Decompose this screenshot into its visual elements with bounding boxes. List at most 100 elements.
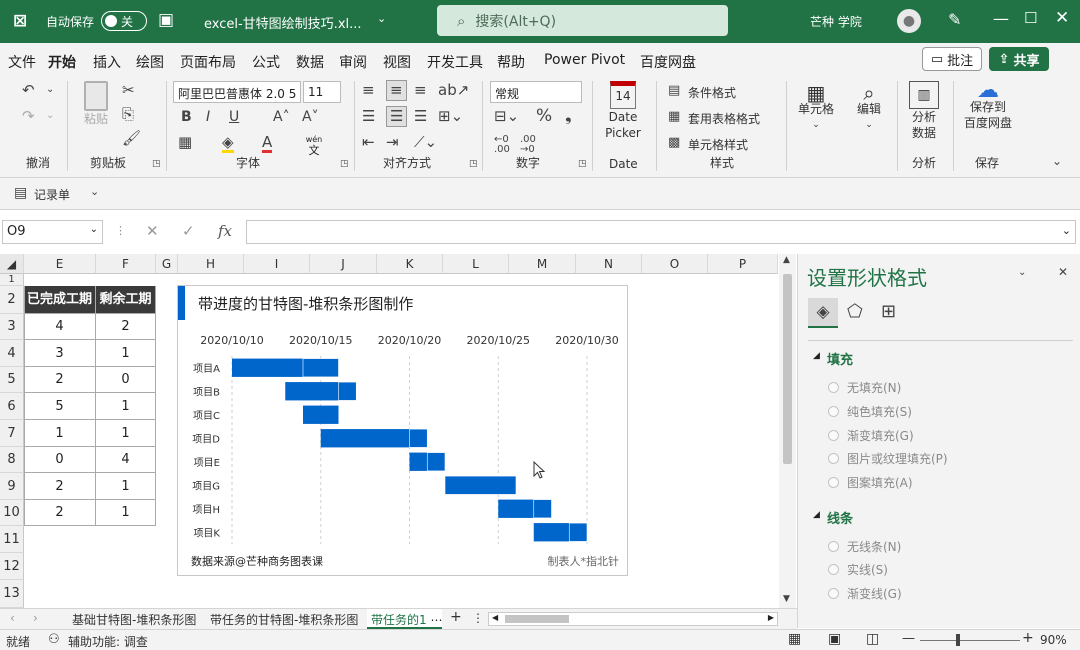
table-cell[interactable]: 1	[96, 420, 156, 447]
fill-option-picture[interactable]: 图片或纹理填充(P)	[828, 450, 948, 467]
zoom-slider-thumb[interactable]	[956, 634, 960, 646]
grow-font-icon[interactable]: A˄	[273, 110, 290, 124]
sheet-tab-active[interactable]: 带任务的1 ⋯	[367, 609, 442, 629]
cell-style-button[interactable]: 单元格样式	[688, 136, 748, 153]
paste-button[interactable]: 粘贴	[76, 81, 116, 127]
accessibility-icon[interactable]: ⚇	[48, 632, 60, 647]
column-header-i[interactable]: I	[244, 254, 310, 274]
column-header-o[interactable]: O	[642, 254, 708, 274]
align-center-icon[interactable]: ☰	[386, 106, 408, 127]
table-format-icon[interactable]: ▦	[668, 110, 680, 123]
table-cell[interactable]: 3	[24, 340, 96, 367]
row-header-9[interactable]: 9	[0, 473, 24, 500]
column-header-n[interactable]: N	[576, 254, 642, 274]
scroll-down-icon[interactable]: ▼	[783, 595, 790, 604]
line-option-none[interactable]: 无线条(N)	[828, 538, 901, 555]
horizontal-scrollbar[interactable]: ◀ ▶	[488, 612, 778, 626]
table-cell[interactable]: 2	[24, 500, 96, 526]
cancel-icon[interactable]: ✕	[146, 224, 159, 239]
increase-indent-icon[interactable]: ⇥	[386, 135, 399, 150]
comma-style-icon[interactable]: ❟	[565, 108, 572, 125]
zoom-level[interactable]: 90%	[1040, 633, 1067, 647]
fill-option-none[interactable]: 无填充(N)	[828, 379, 901, 396]
table-header-remaining[interactable]: 剩余工期	[96, 286, 156, 314]
cut-icon[interactable]: ✂	[122, 83, 135, 98]
tab-power-pivot[interactable]: Power Pivot	[544, 52, 625, 68]
fill-color-icon[interactable]: ◈	[222, 135, 234, 153]
column-header-j[interactable]: J	[310, 254, 377, 274]
avatar[interactable]: ●	[897, 9, 921, 33]
font-size-dropdown[interactable]: 11	[303, 81, 341, 103]
zoom-out-icon[interactable]: —	[902, 631, 915, 646]
column-header-m[interactable]: M	[509, 254, 576, 274]
next-sheet-icon[interactable]: ›	[33, 611, 38, 625]
insert-function-icon[interactable]: fx	[218, 224, 232, 239]
table-cell[interactable]: 1	[96, 500, 156, 526]
row-header-7[interactable]: 7	[0, 420, 24, 447]
filename-chevron-icon[interactable]: ⌄	[377, 12, 386, 25]
align-top-icon[interactable]: ≡	[362, 83, 375, 98]
align-middle-icon[interactable]: ≡	[386, 80, 407, 101]
align-left-icon[interactable]: ☰	[362, 109, 375, 124]
row-header-5[interactable]: 5	[0, 367, 24, 393]
sheet-options-icon[interactable]: ⋮	[472, 611, 484, 625]
cells-button[interactable]: ▦ 单元格 ⌄	[793, 83, 839, 133]
autosave-toggle[interactable]: 关	[101, 11, 147, 31]
row-header-11[interactable]: 11	[0, 526, 24, 553]
page-break-view-icon[interactable]: ◫	[866, 631, 879, 647]
row-header-6[interactable]: 6	[0, 393, 24, 420]
effects-tab-icon[interactable]: ⬠	[847, 303, 863, 321]
redo-icon[interactable]: ↷	[22, 109, 35, 124]
line-option-gradient[interactable]: 渐变线(G)	[828, 585, 902, 602]
table-cell[interactable]: 2	[24, 367, 96, 393]
scroll-thumb[interactable]	[783, 274, 792, 464]
tab-formulas[interactable]: 公式	[252, 52, 280, 72]
pen-icon[interactable]: ✎	[948, 10, 961, 29]
fill-line-tab[interactable]: ◈	[808, 298, 838, 328]
vertical-scrollbar[interactable]: ▲ ▼	[779, 254, 796, 608]
zoom-slider[interactable]	[920, 634, 1020, 646]
table-cell[interactable]: 4	[96, 447, 156, 473]
select-all-corner[interactable]: ◢	[0, 254, 24, 274]
font-name-dropdown[interactable]: 阿里巴巴普惠体 2.0 5	[173, 81, 301, 103]
tab-draw[interactable]: 绘图	[136, 52, 164, 72]
bold-icon[interactable]: B	[181, 110, 192, 124]
borders-icon[interactable]: ▦	[178, 135, 192, 150]
increase-decimal-icon[interactable]: ←0.00	[494, 135, 510, 155]
name-box[interactable]: O9 ⌄	[2, 220, 103, 244]
row-header-12[interactable]: 12	[0, 553, 24, 580]
fill-option-solid[interactable]: 纯色填充(S)	[828, 403, 912, 420]
clipboard-launcher-icon[interactable]: ◳	[152, 160, 161, 169]
tab-insert[interactable]: 插入	[93, 52, 121, 72]
hscroll-left-icon[interactable]: ◀	[492, 613, 498, 622]
zoom-in-icon[interactable]: +	[1022, 630, 1034, 646]
table-cell[interactable]: 1	[24, 420, 96, 447]
row-header-4[interactable]: 4	[0, 340, 24, 367]
ribbon-collapse-icon[interactable]: ⌄	[1052, 155, 1062, 167]
table-cell[interactable]: 5	[24, 393, 96, 420]
table-cell[interactable]: 2	[24, 473, 96, 500]
format-painter-icon[interactable]: 🖌	[122, 131, 141, 146]
column-header-k[interactable]: K	[377, 254, 443, 274]
hscroll-thumb[interactable]	[505, 615, 569, 623]
row-header-13[interactable]: 13	[0, 580, 24, 608]
table-cell[interactable]: 0	[24, 447, 96, 473]
conditional-format-icon[interactable]: ▤	[668, 84, 680, 97]
line-section-chevron-icon[interactable]: ◢	[813, 510, 820, 520]
comment-button[interactable]: ▭ 批注	[922, 47, 982, 71]
align-right-icon[interactable]: ☰	[414, 109, 427, 124]
decrease-indent-icon[interactable]: ⇤	[362, 135, 375, 150]
status-accessibility[interactable]: 辅助功能: 调查	[68, 633, 148, 650]
scroll-up-icon[interactable]: ▲	[783, 256, 790, 265]
table-cell[interactable]: 2	[96, 314, 156, 340]
font-color-icon[interactable]: A	[262, 135, 273, 153]
alignment-launcher-icon[interactable]: ◳	[469, 160, 478, 169]
row-header-2[interactable]: 2	[0, 286, 24, 314]
table-cell[interactable]: 1	[96, 340, 156, 367]
share-button[interactable]: ⇪ 共享	[989, 47, 1049, 71]
tab-baidu-disk[interactable]: 百度网盘	[640, 52, 696, 72]
row-header-10[interactable]: 10	[0, 500, 24, 526]
fill-section-chevron-icon[interactable]: ◢	[813, 351, 820, 361]
date-picker-button[interactable]: 14 Date Picker	[598, 81, 648, 141]
underline-icon[interactable]: U	[229, 110, 239, 124]
